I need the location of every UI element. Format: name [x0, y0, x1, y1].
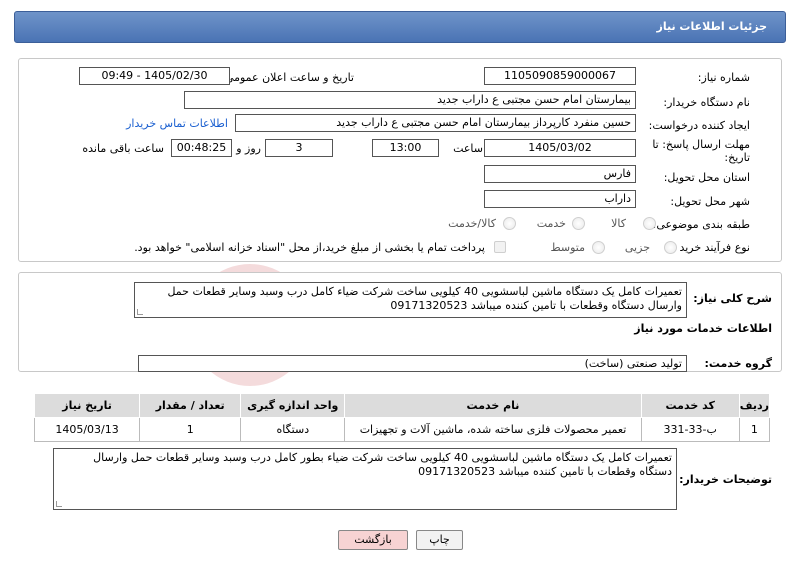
deadline-time-field: 13:00	[372, 139, 439, 157]
buyer-org-field: بیمارستان امام حسن مجتبی ع داراب جدید	[184, 91, 636, 109]
deadline-date-field: 1405/03/02	[484, 139, 636, 157]
print-button[interactable]: چاپ	[416, 530, 463, 550]
page-title: جزئیات اطلاعات نیاز	[656, 20, 768, 33]
category-radio-goods-service[interactable]	[503, 217, 516, 230]
announce-datetime-field: 1405/02/30 - 09:49	[79, 67, 230, 85]
deadline-label-line2: تاریخ:	[724, 151, 750, 164]
summary-textarea[interactable]: تعمیرات کامل یک دستگاه ماشین لباسشویی 40…	[134, 282, 687, 318]
table-header-row: ردیف کد خدمت نام خدمت واحد اندازه گیری ت…	[33, 393, 771, 418]
resize-handle-icon[interactable]	[137, 309, 143, 315]
services-table: ردیف کد خدمت نام خدمت واحد اندازه گیری ت…	[33, 393, 771, 442]
buyer-notes-textarea[interactable]: تعمیرات کامل یک دستگاه ماشین لباسشویی 40…	[53, 448, 677, 510]
remaining-time-field: 00:48:25	[171, 139, 232, 157]
province-label: استان محل تحویل:	[663, 171, 750, 184]
remaining-time-label: ساعت باقی مانده	[82, 142, 164, 155]
category-radio-service[interactable]	[572, 217, 585, 230]
remaining-days-field: 3	[265, 139, 333, 157]
back-button[interactable]: بازگشت	[338, 530, 408, 550]
page-header: جزئیات اطلاعات نیاز	[14, 11, 786, 43]
col-row-number: ردیف	[738, 393, 771, 418]
col-service-code: کد خدمت	[640, 393, 740, 418]
col-unit: واحد اندازه گیری	[240, 393, 346, 418]
resize-handle-icon[interactable]	[56, 501, 62, 507]
treasury-payment-note: پرداخت تمام یا بخشی از مبلغ خرید،از محل …	[134, 241, 485, 254]
buyer-notes-text: تعمیرات کامل یک دستگاه ماشین لباسشویی 40…	[93, 451, 672, 478]
deadline-label-line1: مهلت ارسال پاسخ: تا	[652, 138, 750, 151]
cell-need-date: 1405/03/13	[33, 417, 141, 442]
category-option-goods: کالا	[611, 217, 626, 230]
col-service-name: نام خدمت	[344, 393, 642, 418]
process-option-minor: جزیی	[624, 241, 650, 254]
announce-datetime-label: تاریخ و ساعت اعلان عمومی:	[221, 71, 354, 84]
need-number-field: 1105090859000067	[484, 67, 636, 85]
process-radio-minor[interactable]	[664, 241, 677, 254]
cell-quantity: 1	[139, 417, 242, 442]
city-label: شهر محل تحویل:	[670, 195, 750, 208]
treasury-payment-checkbox[interactable]	[494, 241, 506, 253]
creator-label: ایجاد کننده درخواست:	[648, 119, 750, 132]
process-radio-medium[interactable]	[592, 241, 605, 254]
creator-field: حسین منفرد کارپرداز بیمارستان امام حسن م…	[235, 114, 636, 132]
category-option-service: خدمت	[536, 217, 566, 230]
city-field: داراب	[484, 190, 636, 208]
buyer-notes-label: توضیحات خریدار:	[679, 473, 772, 486]
deadline-time-label: ساعت	[453, 142, 483, 155]
service-group-label: گروه خدمت:	[704, 357, 772, 370]
category-radio-goods[interactable]	[643, 217, 656, 230]
buyer-contact-link[interactable]: اطلاعات تماس خریدار	[126, 117, 228, 130]
summary-text: تعمیرات کامل یک دستگاه ماشین لباسشویی 40…	[167, 285, 682, 312]
remaining-days-label: روز و	[236, 142, 261, 155]
process-option-medium: متوسط	[550, 241, 585, 254]
need-number-label: شماره نیاز:	[697, 71, 750, 84]
service-group-field: تولید صنعتی (ساخت)	[138, 355, 687, 372]
cell-unit: دستگاه	[240, 417, 346, 442]
buyer-org-label: نام دستگاه خریدار:	[663, 96, 750, 109]
category-option-goods-service: کالا/خدمت	[448, 217, 496, 230]
need-info-panel	[18, 58, 782, 262]
table-row: 1 ب-33-331 تعمیر محصولات فلزی ساخته شده،…	[33, 417, 771, 442]
col-quantity: تعداد / مقدار	[139, 393, 242, 418]
province-field: فارس	[484, 165, 636, 183]
summary-label: شرح کلی نیاز:	[693, 292, 772, 305]
cell-service-code: ب-33-331	[640, 417, 740, 442]
cell-row-number: 1	[738, 417, 771, 442]
category-label: طبقه بندی موضوعی:	[652, 218, 750, 231]
services-section-title: اطلاعات خدمات مورد نیاز	[634, 322, 772, 335]
col-need-date: تاریخ نیاز	[33, 393, 141, 418]
process-type-label: نوع فرآیند خرید :	[672, 241, 750, 254]
cell-service-name: تعمیر محصولات فلزی ساخته شده، ماشین آلات…	[344, 417, 642, 442]
